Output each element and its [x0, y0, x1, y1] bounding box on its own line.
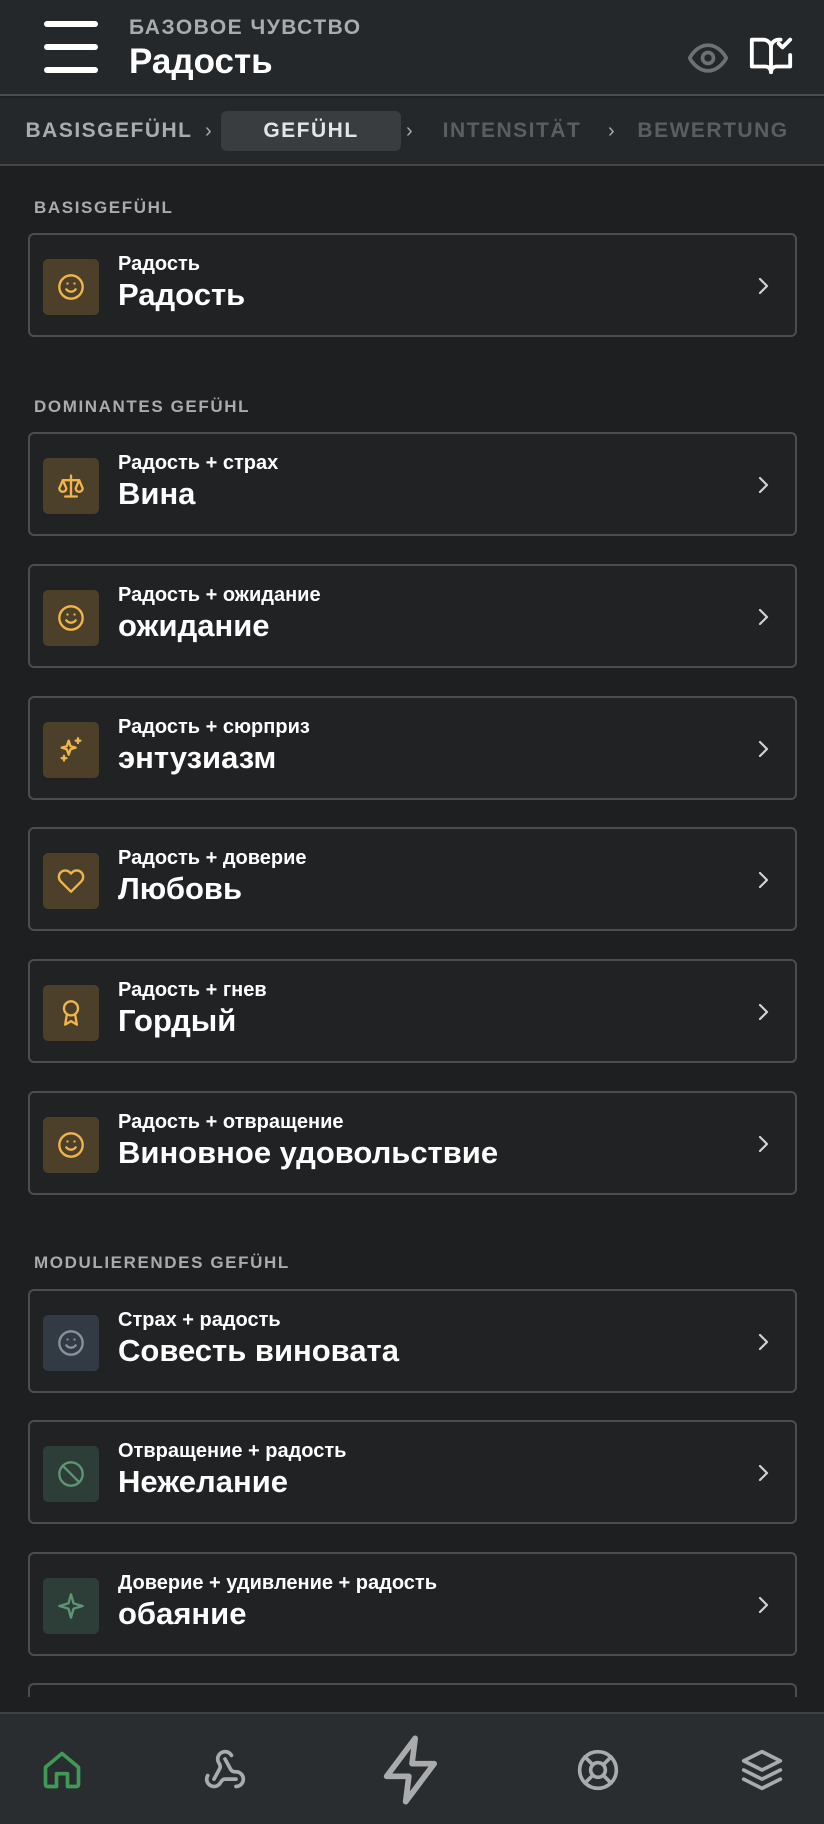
card-subtitle: Радость + гнев [118, 979, 267, 1001]
section-label-dominant: DOMINANTES GEFÜHL [34, 397, 251, 416]
emotion-card[interactable]: Отвращение + радость Нежелание [28, 1420, 797, 1524]
emotion-card[interactable]: Страх + радость Совесть виновата [28, 1289, 797, 1393]
card-subtitle: Радость + отвращение [118, 1111, 344, 1133]
smile-icon [43, 259, 99, 315]
chevron-right-icon [758, 1003, 769, 1021]
step-basisgefuehl[interactable]: BASISGEFÜHL [14, 111, 204, 151]
card-title: Вина [118, 476, 196, 511]
app-header: БАЗОВОЕ ЧУВСТВО Радость [0, 0, 824, 96]
page-title: Радость [129, 42, 273, 81]
emotion-card[interactable]: Радость + отвращение Виновное удовольств… [28, 1091, 797, 1195]
card-subtitle: Радость + доверие [118, 847, 307, 869]
chevron-right-icon [758, 1333, 769, 1351]
chevron-right-icon [758, 476, 769, 494]
zap-icon[interactable] [374, 1732, 450, 1808]
step-separator-chevron: › [406, 120, 413, 142]
home-icon[interactable] [40, 1748, 84, 1792]
emotion-card[interactable]: Радость + доверие Любовь [28, 827, 797, 931]
card-subtitle: Радость + сюрприз [118, 716, 310, 738]
emotion-card-partial[interactable] [28, 1683, 797, 1697]
menu-icon[interactable] [44, 21, 98, 73]
card-title: ожидание [118, 608, 270, 643]
chevron-right-icon [758, 1464, 769, 1482]
emotion-card[interactable]: Радость + гнев Гордый [28, 959, 797, 1063]
card-title: обаяние [118, 1596, 247, 1631]
chevron-right-icon [758, 1596, 769, 1614]
card-title: Гордый [118, 1003, 237, 1038]
card-title: Виновное удовольствие [118, 1135, 499, 1170]
chevron-right-icon [758, 740, 769, 758]
sparkle-icon [43, 1578, 99, 1634]
emotion-card[interactable]: Радость + ожидание ожидание [28, 564, 797, 668]
chevron-right-icon [758, 1135, 769, 1153]
step-separator-chevron: › [205, 120, 212, 142]
bottom-navigation [0, 1712, 824, 1824]
sparkles-icon [43, 722, 99, 778]
step-intensitaet[interactable]: INTENSITÄT [424, 111, 600, 151]
smile-icon [43, 1117, 99, 1173]
step-gefuehl[interactable]: GEFÜHL [221, 111, 401, 151]
lifebuoy-icon[interactable] [576, 1748, 620, 1792]
card-subtitle: Радость + ожидание [118, 584, 321, 606]
chevron-right-icon [758, 871, 769, 889]
section-label-basis: BASISGEFÜHL [34, 198, 174, 217]
card-title: Нежелание [118, 1464, 288, 1499]
card-title: энтузиазм [118, 740, 277, 775]
heart-icon [43, 853, 99, 909]
section-label-modulating: MODULIERENDES GEFÜHL [34, 1253, 290, 1272]
webhook-icon[interactable] [203, 1748, 247, 1792]
step-indicator: BASISGEFÜHL › GEFÜHL › INTENSITÄT › BEWE… [0, 98, 824, 166]
smile-icon [43, 1315, 99, 1371]
step-separator-chevron: › [608, 120, 615, 142]
scale-icon [43, 458, 99, 514]
emotion-card[interactable]: Доверие + удивление + радость обаяние [28, 1552, 797, 1656]
emotion-card[interactable]: Радость Радость [28, 233, 797, 337]
card-subtitle: Доверие + удивление + радость [118, 1572, 437, 1594]
award-icon [43, 985, 99, 1041]
card-subtitle: Радость [118, 253, 201, 275]
emotion-card[interactable]: Радость + сюрприз энтузиазм [28, 696, 797, 800]
step-bewertung[interactable]: BEWERTUNG [628, 111, 798, 151]
header-kicker: БАЗОВОЕ ЧУВСТВО [129, 16, 362, 39]
card-subtitle: Отвращение + радость [118, 1440, 347, 1462]
ban-icon [43, 1446, 99, 1502]
book-check-icon[interactable] [748, 32, 794, 78]
smile-icon [43, 590, 99, 646]
card-subtitle: Радость + страх [118, 452, 279, 474]
card-title: Радость [118, 277, 246, 312]
chevron-right-icon [758, 608, 769, 626]
card-title: Любовь [118, 871, 243, 906]
card-title: Совесть виновата [118, 1333, 399, 1368]
eye-icon[interactable] [686, 36, 730, 80]
chevron-right-icon [758, 277, 769, 295]
emotion-card[interactable]: Радость + страх Вина [28, 432, 797, 536]
card-subtitle: Страх + радость [118, 1309, 281, 1331]
layers-icon[interactable] [740, 1748, 784, 1792]
